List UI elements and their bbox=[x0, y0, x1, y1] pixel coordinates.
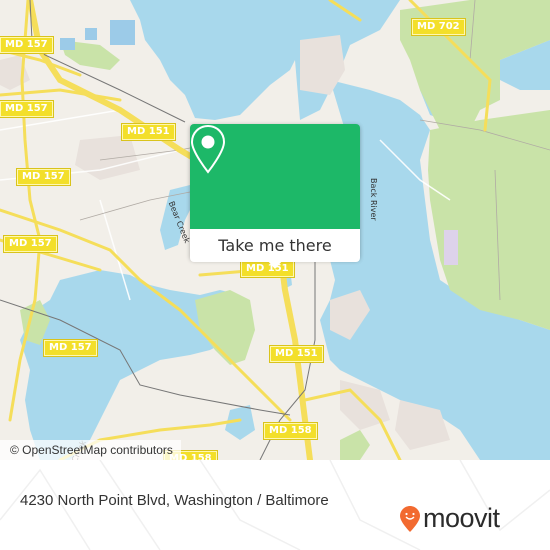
road-label-md157: MD 157 bbox=[44, 340, 97, 356]
moovit-logo[interactable]: moovit bbox=[400, 505, 500, 532]
road-label-md157: MD 157 bbox=[0, 101, 53, 117]
road-label-md157: MD 157 bbox=[4, 236, 57, 252]
popup-header bbox=[190, 124, 360, 229]
road-label-md157: MD 157 bbox=[17, 169, 70, 185]
road-label-md151: MD 151 bbox=[270, 346, 323, 362]
map-attribution[interactable]: © OpenStreetMap contributors bbox=[0, 440, 181, 460]
location-pin-icon bbox=[190, 124, 226, 174]
road-label-md157: MD 157 bbox=[0, 37, 53, 53]
road-label-md702: MD 702 bbox=[412, 19, 465, 35]
moovit-wordmark: moovit bbox=[423, 503, 500, 533]
road-label-md158: MD 158 bbox=[264, 423, 317, 439]
map-view[interactable]: MD 702 MD 157 MD 151 MD 157 MD 157 MD 15… bbox=[0, 0, 550, 460]
footer-bar: 4230 North Point Blvd, Washington / Balt… bbox=[0, 460, 550, 550]
popup-pointer bbox=[267, 260, 283, 269]
water-label-back-river: Back River bbox=[369, 178, 378, 221]
take-me-there-button[interactable]: Take me there bbox=[190, 229, 360, 262]
road-label-md151: MD 151 bbox=[122, 124, 175, 140]
destination-popup: Take me there bbox=[190, 124, 360, 269]
address-text: 4230 North Point Blvd, Washington / Balt… bbox=[20, 492, 329, 509]
airfield-area bbox=[444, 230, 458, 265]
moovit-pin-icon bbox=[400, 505, 420, 532]
